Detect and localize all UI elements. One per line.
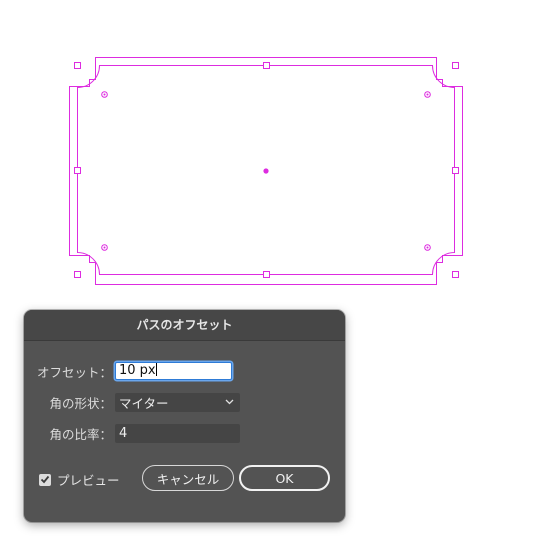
corner-widget-dot (426, 246, 429, 249)
chevron-down-icon (225, 399, 234, 405)
miter-limit-row: 角の比率： 4 (24, 423, 240, 443)
handle-top-center[interactable] (263, 62, 270, 69)
offset-path-dialog: パスのオフセット オフセット： 10 px 角の形状： マイター 角の比率： 4… (24, 310, 345, 522)
corner-widget-dot (103, 93, 106, 96)
cancel-button[interactable]: キャンセル (142, 465, 234, 491)
preview-label: プレビュー (57, 473, 120, 488)
handle-bottom-left[interactable] (74, 271, 81, 278)
handle-bottom-center[interactable] (263, 271, 270, 278)
handle-middle-right[interactable] (452, 167, 459, 174)
checkmark-icon (40, 475, 50, 484)
offset-label: オフセット： (36, 364, 112, 380)
handle-bottom-right[interactable] (452, 271, 459, 278)
ok-button[interactable]: OK (239, 465, 330, 491)
preview-checkbox[interactable] (39, 473, 51, 486)
joins-row: 角の形状： マイター (24, 392, 240, 412)
corner-widget-dot (103, 246, 106, 249)
text-caret (155, 363, 157, 376)
center-point-icon[interactable] (263, 168, 269, 174)
handle-top-right[interactable] (452, 62, 459, 69)
offset-input[interactable]: 10 px (115, 362, 232, 380)
miter-limit-input[interactable]: 4 (115, 423, 240, 443)
corner-widget-dot (426, 93, 429, 96)
handle-top-left[interactable] (74, 62, 81, 69)
joins-select[interactable]: マイター (115, 392, 240, 412)
joins-label: 角の形状： (49, 395, 112, 411)
preview-checkbox-wrap[interactable]: プレビュー (39, 470, 120, 489)
miter-limit-label: 角の比率： (49, 426, 112, 442)
offset-row: オフセット： 10 px (24, 361, 232, 381)
joins-value: マイター (119, 395, 169, 411)
dialog-title: パスのオフセット (24, 310, 345, 341)
handle-middle-left[interactable] (74, 167, 81, 174)
offset-value: 10 px (119, 363, 156, 378)
